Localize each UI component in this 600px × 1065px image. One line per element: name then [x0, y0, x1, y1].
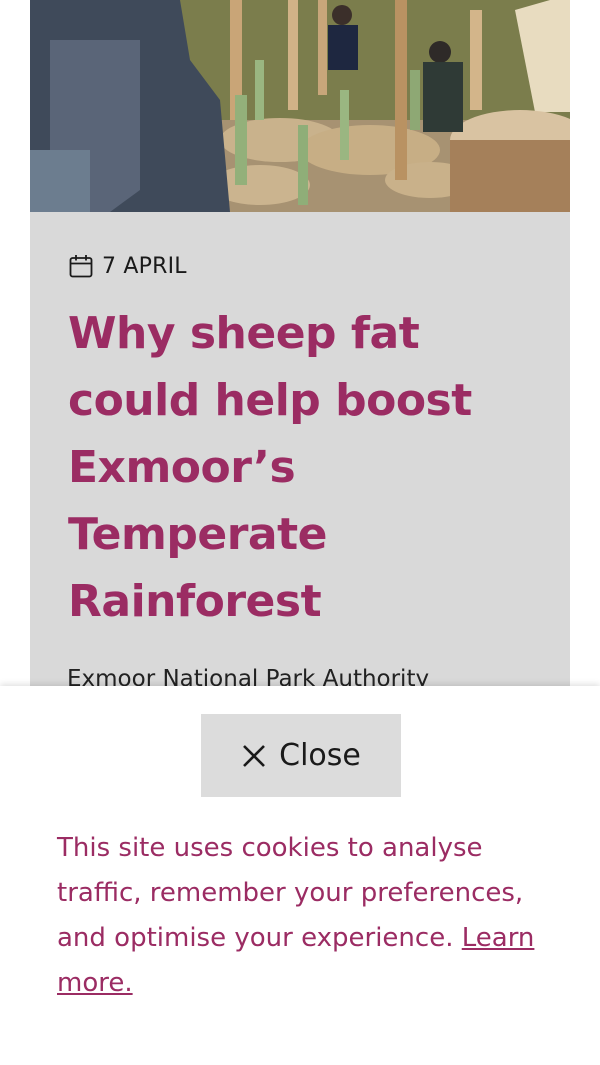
cookie-banner: Close This site uses cookies to analyse … — [0, 686, 600, 1065]
news-card[interactable]: 7 APRIL Why sheep fat could help boost E… — [30, 0, 570, 700]
cookie-message-text: This site uses cookies to analyse traffi… — [57, 833, 524, 953]
calendar-icon — [69, 255, 93, 278]
close-button-label: Close — [279, 738, 361, 773]
close-icon — [243, 744, 266, 767]
cookie-message: This site uses cookies to analyse traffi… — [57, 826, 557, 1006]
article-title[interactable]: Why sheep fat could help boost Exmoor’s … — [68, 300, 548, 635]
article-date: 7 APRIL — [102, 253, 187, 279]
article-photo — [30, 0, 570, 212]
close-button[interactable]: Close — [201, 714, 401, 797]
article-date-row: 7 APRIL — [68, 251, 187, 281]
